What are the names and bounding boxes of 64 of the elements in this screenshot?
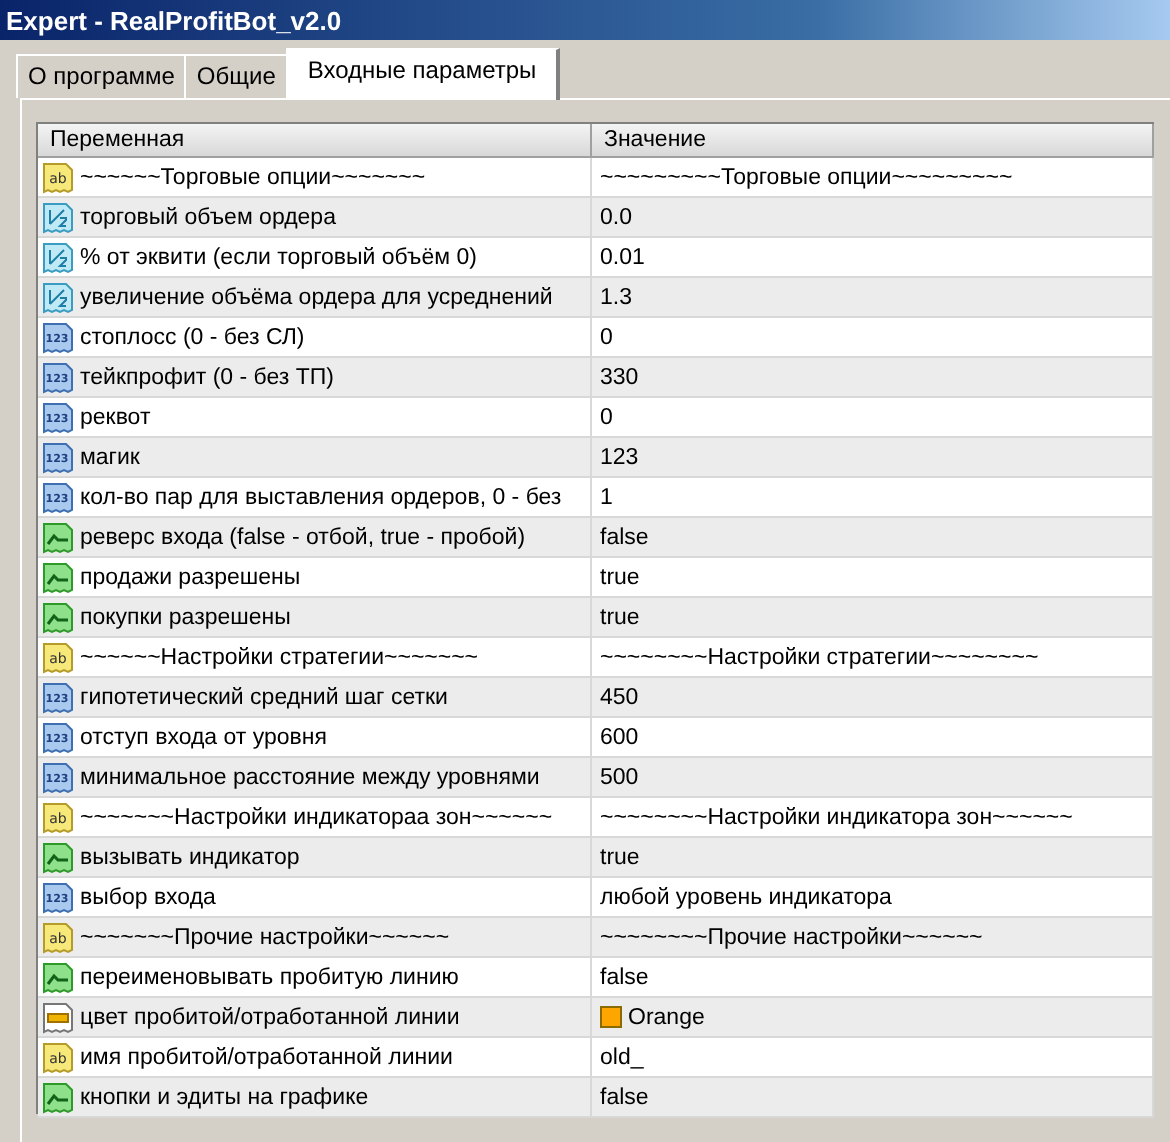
parameter-value[interactable]: 1 bbox=[600, 485, 613, 509]
boolean-type-icon bbox=[42, 601, 74, 633]
tab[interactable]: Входные параметры bbox=[285, 48, 561, 100]
parameter-value[interactable]: false bbox=[600, 965, 649, 989]
parameter-name: продажи разрешены bbox=[80, 565, 301, 589]
parameter-name: покупки разрешены bbox=[80, 605, 291, 629]
parameter-value[interactable]: 600 bbox=[600, 725, 639, 749]
parameter-name: % от эквити (если торговый объём 0) bbox=[80, 245, 477, 269]
parameter-name: имя пробитой/отработанной линии bbox=[80, 1045, 453, 1069]
column-header[interactable]: Значение bbox=[592, 124, 1154, 156]
parameter-name: отступ входа от уровня bbox=[80, 725, 327, 749]
parameter-name: ~~~~~~~Прочие настройки~~~~~~ bbox=[80, 925, 450, 949]
parameter-name: цвет пробитой/отработанной линии bbox=[80, 1005, 460, 1029]
parameter-name: реверс входа (false - отбой, true - пробой) bbox=[80, 525, 526, 549]
fraction-type-icon bbox=[42, 201, 74, 233]
parameter-value[interactable]: 330 bbox=[600, 365, 639, 389]
boolean-type-icon bbox=[42, 841, 74, 873]
fraction-type-icon bbox=[42, 241, 74, 273]
boolean-type-icon bbox=[42, 561, 74, 593]
parameter-value[interactable]: ~~~~~~~~~Торговые опции~~~~~~~~~ bbox=[600, 165, 1013, 189]
parameter-value[interactable]: 0 bbox=[600, 405, 613, 429]
boolean-type-icon bbox=[42, 1081, 74, 1113]
parameter-name: стоплосс (0 - без СЛ) bbox=[80, 325, 305, 349]
parameter-name: ~~~~~~Настройки стратегии~~~~~~~ bbox=[80, 645, 479, 669]
parameter-name: выбор входа bbox=[80, 885, 216, 909]
parameter-value[interactable]: 0 bbox=[600, 325, 613, 349]
parameter-value[interactable]: true bbox=[600, 565, 640, 589]
parameter-value[interactable]: 450 bbox=[600, 685, 639, 709]
parameter-name: переименовывать пробитую линию bbox=[80, 965, 459, 989]
parameter-name: кол-во пар для выставления ордеров, 0 - без bbox=[80, 485, 562, 509]
parameter-name: кнопки и эдиты на графике bbox=[80, 1085, 369, 1109]
parameter-value[interactable]: 123 bbox=[600, 445, 639, 469]
parameter-value[interactable]: 500 bbox=[600, 765, 639, 789]
color-type-icon bbox=[42, 1001, 74, 1033]
parameter-name: тейкпрофит (0 - без ТП) bbox=[80, 365, 334, 389]
parameter-value[interactable]: old_ bbox=[600, 1045, 644, 1069]
parameter-value[interactable]: 1.3 bbox=[600, 285, 632, 309]
parameter-name: ~~~~~~Торговые опции~~~~~~~ bbox=[80, 165, 426, 189]
parameter-name: гипотетический средний шаг сетки bbox=[80, 685, 448, 709]
parameter-value[interactable]: false bbox=[600, 1085, 649, 1109]
fraction-type-icon bbox=[42, 281, 74, 313]
parameter-value[interactable]: ~~~~~~~~Прочие настройки~~~~~~ bbox=[600, 925, 983, 949]
parameter-value[interactable]: 0.01 bbox=[600, 245, 645, 269]
parameter-value[interactable]: Orange bbox=[628, 1005, 705, 1029]
parameter-name: реквот bbox=[80, 405, 151, 429]
parameter-value[interactable]: 0.0 bbox=[600, 205, 632, 229]
parameter-name: увеличение объёма ордера для усреднений bbox=[80, 285, 553, 309]
tab[interactable]: Общие bbox=[184, 54, 288, 98]
parameter-name: торговый объем ордера bbox=[80, 205, 336, 229]
parameter-name: магик bbox=[80, 445, 140, 469]
boolean-type-icon bbox=[42, 961, 74, 993]
parameter-value[interactable]: любой уровень индикатора bbox=[600, 885, 892, 909]
parameter-value[interactable]: true bbox=[600, 845, 640, 869]
parameter-value[interactable]: false bbox=[600, 525, 649, 549]
boolean-type-icon bbox=[42, 521, 74, 553]
parameter-name: вызывать индикатор bbox=[80, 845, 300, 869]
parameter-value[interactable]: ~~~~~~~~Настройки индикатора зон~~~~~~ bbox=[600, 805, 1073, 829]
parameter-name: ~~~~~~~Настройки индикатораа зон~~~~~~ bbox=[80, 805, 553, 829]
column-header[interactable]: Переменная bbox=[38, 124, 592, 156]
parameter-value[interactable]: true bbox=[600, 605, 640, 629]
parameter-name: минимальное расстояние между уровнями bbox=[80, 765, 540, 789]
window-title: Expert - RealProfitBot_v2.0 bbox=[6, 5, 342, 35]
tab[interactable]: О программе bbox=[16, 54, 187, 98]
parameter-value[interactable]: ~~~~~~~~Настройки стратегии~~~~~~~~ bbox=[600, 645, 1039, 669]
